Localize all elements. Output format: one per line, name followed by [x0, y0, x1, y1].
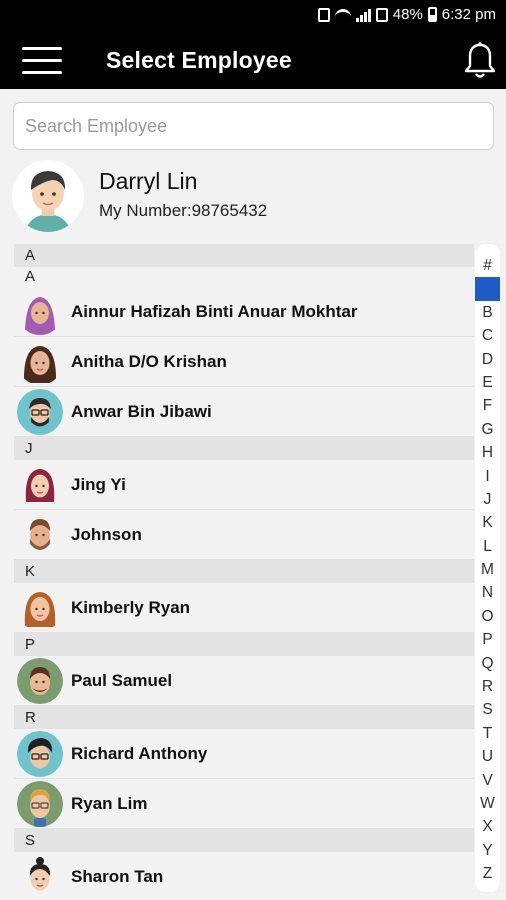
battery-icon: [427, 7, 437, 22]
avatar-image: [17, 461, 63, 508]
employee-name: Paul Samuel: [71, 670, 173, 690]
employee-row[interactable]: Ainnur Hafizah Binti Anuar Mokhtar: [14, 287, 474, 337]
index-letter[interactable]: J: [475, 488, 500, 511]
wifi-icon: [334, 8, 351, 21]
avatar: [17, 853, 63, 900]
status-bar: 48% 6:32 pm: [0, 0, 506, 33]
index-letter[interactable]: Q: [475, 652, 500, 675]
employee-row[interactable]: Richard Anthony: [14, 729, 474, 779]
employee-name: Anitha D/O Krishan: [71, 351, 227, 371]
section-header-j: J: [14, 437, 474, 460]
battery-percent: 48%: [392, 6, 423, 23]
section-header-k: K: [14, 560, 474, 583]
section-subheader-a: A: [14, 267, 474, 287]
employee-row[interactable]: Johnson: [14, 510, 474, 560]
employee-list: A A Ainnur Hafizah Binti Anuar Mokhtar A…: [14, 244, 474, 900]
menu-button[interactable]: [22, 45, 64, 77]
page-title: Select Employee: [106, 47, 292, 73]
index-letter[interactable]: Z: [475, 862, 500, 885]
bell-icon: [464, 42, 496, 78]
avatar: [17, 780, 63, 827]
employee-name: Ryan Lim: [71, 793, 148, 813]
index-letter[interactable]: H: [475, 441, 500, 464]
index-letter[interactable]: U: [475, 745, 500, 768]
avatar-image: [17, 511, 63, 558]
status-icons: 48% 6:32 pm: [317, 6, 496, 23]
avatar: [17, 511, 63, 558]
section-header-a: A: [14, 244, 474, 267]
employee-row[interactable]: Paul Samuel: [14, 656, 474, 706]
signal-icon: [355, 8, 371, 22]
employee-name: Sharon Tan: [71, 866, 164, 886]
index-letter[interactable]: I: [475, 465, 500, 488]
avatar: [17, 584, 63, 631]
profile-avatar-image: [12, 160, 84, 232]
avatar: [17, 338, 63, 385]
index-letter[interactable]: K: [475, 511, 500, 534]
avatar: [17, 461, 63, 508]
avatar-image: [17, 730, 63, 777]
index-letter[interactable]: #: [475, 254, 500, 277]
employee-name: Ainnur Hafizah Binti Anuar Mokhtar: [71, 301, 358, 321]
alphabet-index: # A B C D E F G H I J K L M N O P Q R S …: [475, 244, 500, 892]
lock-icon: [317, 7, 330, 22]
profile-name: Darryl Lin: [99, 168, 198, 194]
index-letter[interactable]: D: [475, 348, 500, 371]
avatar: [17, 730, 63, 777]
index-letter[interactable]: W: [475, 792, 500, 815]
index-letter[interactable]: R: [475, 675, 500, 698]
index-letter[interactable]: G: [475, 418, 500, 441]
search-input[interactable]: [14, 103, 493, 149]
avatar-image: [17, 584, 63, 631]
avatar: [17, 388, 63, 435]
avatar-image: [17, 288, 63, 335]
index-letter[interactable]: S: [475, 698, 500, 721]
my-profile: Darryl Lin My Number:98765432: [12, 160, 492, 234]
employee-name: Johnson: [71, 524, 142, 544]
index-letter[interactable]: N: [475, 581, 500, 604]
avatar-image: [17, 657, 63, 704]
employee-name: Richard Anthony: [71, 743, 208, 763]
section-header-r: R: [14, 706, 474, 729]
signal-icon-2: [375, 7, 388, 22]
search-box: [13, 102, 494, 150]
employee-row[interactable]: Sharon Tan: [14, 852, 474, 900]
index-letter[interactable]: F: [475, 394, 500, 417]
employee-name: Jing Yi: [71, 474, 126, 494]
employee-row[interactable]: Anitha D/O Krishan: [14, 337, 474, 387]
employee-row[interactable]: Kimberly Ryan: [14, 583, 474, 633]
employee-name: Kimberly Ryan: [71, 597, 191, 617]
index-letter[interactable]: O: [475, 605, 500, 628]
avatar-image: [17, 388, 63, 435]
index-letter[interactable]: P: [475, 628, 500, 651]
index-letter[interactable]: V: [475, 769, 500, 792]
employee-row[interactable]: Jing Yi: [14, 460, 474, 510]
index-letter[interactable]: T: [475, 722, 500, 745]
avatar-image: [17, 780, 63, 827]
avatar: [17, 657, 63, 704]
index-letter-active[interactable]: A: [475, 277, 500, 301]
index-letter[interactable]: Y: [475, 839, 500, 862]
status-time: 6:32 pm: [441, 6, 496, 23]
section-header-s: S: [14, 829, 474, 852]
avatar-image: [17, 853, 63, 900]
notification-button[interactable]: [462, 41, 498, 81]
employee-row[interactable]: Ryan Lim: [14, 779, 474, 829]
avatar-image: [17, 338, 63, 385]
index-letter[interactable]: B: [475, 301, 500, 324]
index-letter[interactable]: E: [475, 371, 500, 394]
avatar: [17, 288, 63, 335]
index-letter[interactable]: C: [475, 324, 500, 347]
employee-name: Anwar Bin Jibawi: [71, 401, 212, 421]
avatar: [12, 160, 84, 232]
profile-number: My Number:98765432: [99, 201, 268, 220]
index-letter[interactable]: L: [475, 535, 500, 558]
index-letter[interactable]: M: [475, 558, 500, 581]
section-header-p: P: [14, 633, 474, 656]
menu-icon: [22, 47, 62, 50]
employee-row[interactable]: Anwar Bin Jibawi: [14, 387, 474, 437]
app-bar: Select Employee: [0, 33, 506, 89]
index-letter[interactable]: X: [475, 815, 500, 838]
